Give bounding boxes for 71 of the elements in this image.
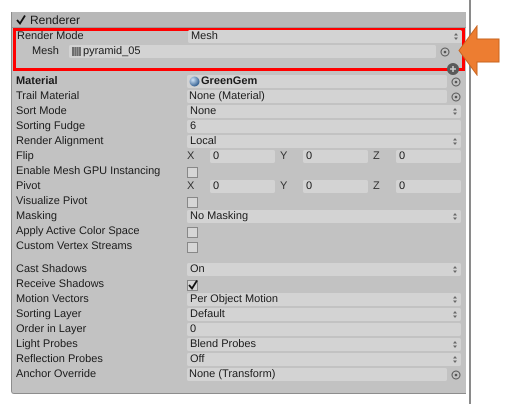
- add-icon[interactable]: [447, 63, 459, 75]
- field-label: Enable Mesh GPU Instancing: [15, 164, 162, 180]
- dropdown-arrows-icon: [452, 310, 458, 319]
- field-label: Trail Material: [15, 89, 80, 104]
- field-label: Sorting Fudge: [15, 119, 86, 134]
- dropdown[interactable]: Blend Probes: [187, 338, 461, 351]
- sphere-icon: [189, 76, 200, 87]
- input-field[interactable]: 0: [396, 180, 461, 193]
- dropdown[interactable]: No Masking: [187, 210, 461, 223]
- field-label: Light Probes: [15, 337, 79, 352]
- field-label: Pivot: [15, 179, 42, 194]
- object-field[interactable]: pyramid_05: [69, 45, 436, 58]
- field-label: Material: [15, 74, 59, 90]
- dropdown[interactable]: Local: [187, 135, 461, 148]
- checkbox[interactable]: [187, 226, 199, 238]
- input-field[interactable]: 6: [187, 120, 461, 133]
- dropdown[interactable]: Off: [187, 353, 461, 366]
- field-label: Receive Shadows: [15, 277, 106, 292]
- field-label: Masking: [15, 209, 58, 224]
- object-field[interactable]: None (Transform): [187, 368, 447, 381]
- component-title: Renderer: [30, 14, 80, 26]
- dropdown-arrows-icon: [453, 32, 459, 41]
- object-picker-icon[interactable]: [440, 46, 450, 56]
- field-label: Anchor Override: [15, 367, 98, 382]
- dropdown-arrows-icon: [452, 355, 458, 364]
- axis-label: X: [187, 149, 196, 164]
- dropdown-arrows-icon: [452, 295, 458, 304]
- field-label: Visualize Pivot: [15, 194, 88, 210]
- field-label: Motion Vectors: [15, 292, 90, 308]
- dropdown-arrows-icon: [452, 265, 458, 274]
- dropdown-arrows-icon: [452, 107, 458, 116]
- axis-label: X: [187, 179, 196, 194]
- input-field[interactable]: 0: [303, 150, 368, 163]
- object-field[interactable]: GreenGem: [187, 75, 447, 88]
- field-label: Cast Shadows: [15, 262, 88, 278]
- input-field[interactable]: 0: [396, 150, 461, 163]
- dropdown-arrows-icon: [452, 340, 458, 349]
- field-label: Custom Vertex Streams: [15, 239, 134, 254]
- dropdown-arrows-icon: [452, 212, 458, 221]
- input-field[interactable]: 0: [303, 180, 368, 193]
- input-field[interactable]: 0: [210, 150, 275, 163]
- axis-label: Y: [280, 149, 288, 164]
- grid-icon: [71, 46, 82, 57]
- field-label: Mesh: [31, 44, 60, 60]
- dropdown[interactable]: None: [187, 105, 461, 118]
- field-label: Apply Active Color Space: [15, 224, 141, 240]
- input-field[interactable]: 0: [187, 323, 461, 336]
- enable-checkbox[interactable]: [15, 14, 27, 26]
- object-picker-icon[interactable]: [451, 370, 461, 380]
- field-label: Render Mode: [16, 29, 85, 44]
- axis-label: Y: [280, 179, 288, 194]
- dropdown[interactable]: Per Object Motion: [187, 293, 461, 306]
- checkbox[interactable]: [187, 278, 199, 290]
- dropdown-arrows-icon: [452, 137, 458, 146]
- field-label: Sort Mode: [15, 104, 68, 120]
- dropdown[interactable]: Mesh: [188, 30, 462, 43]
- dropdown[interactable]: Default: [187, 308, 461, 321]
- field-label: Render Alignment: [15, 134, 104, 150]
- field-label: Sorting Layer: [15, 307, 82, 322]
- object-field[interactable]: None (Material): [187, 90, 447, 103]
- field-label: Reflection Probes: [15, 352, 104, 368]
- dropdown[interactable]: On: [187, 263, 461, 276]
- axis-label: Z: [373, 149, 381, 164]
- checkbox[interactable]: [187, 196, 199, 208]
- input-field[interactable]: 0: [210, 180, 275, 193]
- callout-arrow: [458, 25, 500, 76]
- checkbox[interactable]: [187, 166, 199, 178]
- checkbox[interactable]: [187, 240, 199, 252]
- axis-label: Z: [373, 179, 381, 194]
- field-label: Flip: [15, 149, 35, 164]
- field-label: Order in Layer: [15, 322, 88, 338]
